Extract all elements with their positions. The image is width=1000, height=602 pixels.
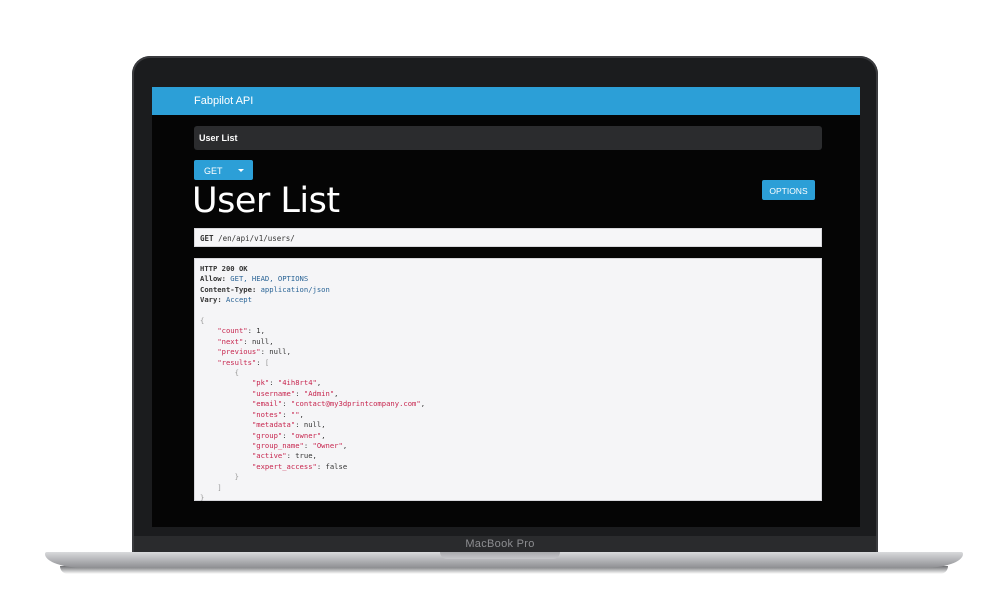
json-next: null xyxy=(251,336,270,346)
header-value: Accept xyxy=(225,295,252,305)
laptop-notch xyxy=(440,552,560,559)
options-button-label: OPTIONS xyxy=(769,186,808,196)
breadcrumb-item-current[interactable]: User List xyxy=(199,133,238,143)
laptop-model-label: MacBook Pro xyxy=(465,538,535,550)
json-expert-access: false xyxy=(325,461,348,471)
json-notes: "" xyxy=(290,409,300,419)
response-info: HTTP 200 OK Allow: GET, HEAD, OPTIONS Co… xyxy=(194,258,822,502)
json-pk: "4ih8rt4" xyxy=(277,378,317,388)
json-username: "Admin" xyxy=(303,388,335,398)
json-previous: null xyxy=(269,347,287,357)
breadcrumb: User List xyxy=(194,126,822,150)
json-count: 1 xyxy=(256,326,261,336)
get-button-label: GET xyxy=(204,166,223,176)
navbar: Fabpilot API xyxy=(152,87,860,115)
header-value: GET, HEAD, OPTIONS xyxy=(230,274,309,284)
json-active: true xyxy=(295,451,313,461)
caret-down-icon[interactable] xyxy=(238,169,244,172)
header-name: Content-Type xyxy=(200,284,252,294)
json-metadata: null xyxy=(303,420,322,430)
response-code: HTTP 200 OK Allow: GET, HEAD, OPTIONS Co… xyxy=(200,264,426,502)
options-button[interactable]: OPTIONS xyxy=(762,180,815,200)
header-name: Allow xyxy=(200,274,222,284)
request-info: GET /en/api/v1/users/ xyxy=(194,228,822,247)
json-group: "owner" xyxy=(290,430,322,440)
screen: Fabpilot API User List GET OPTIONS User … xyxy=(152,87,860,527)
header-name: Vary xyxy=(200,295,218,305)
header-value: application/json xyxy=(260,284,330,294)
page-title: User List xyxy=(192,181,340,221)
response-status: HTTP 200 OK xyxy=(200,264,248,273)
json-group-name: "Owner" xyxy=(312,440,343,450)
json-email: "contact@my3dprintcompany.com" xyxy=(290,399,421,409)
brand-link[interactable]: Fabpilot API xyxy=(194,95,253,107)
request-path: /en/api/v1/users/ xyxy=(218,234,295,243)
request-method: GET xyxy=(200,234,214,243)
get-button[interactable]: GET xyxy=(194,160,253,180)
